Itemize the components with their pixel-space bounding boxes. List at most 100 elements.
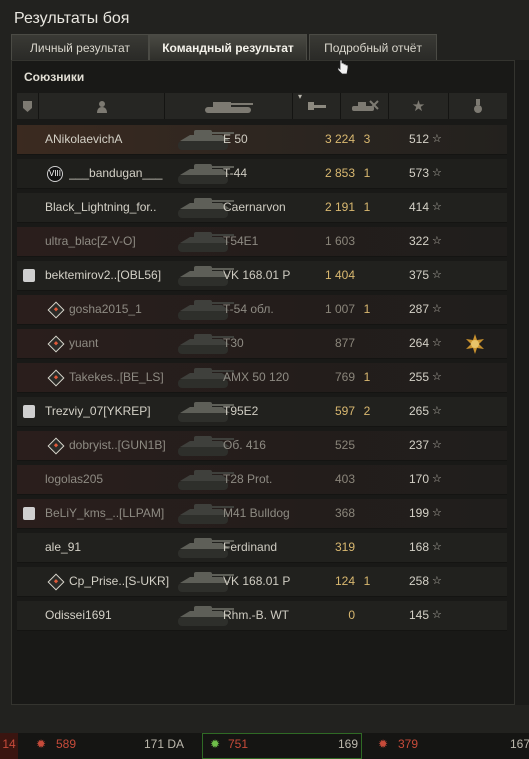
platoon-badge-icon [23,405,35,418]
tank-name: Ferdinand [223,540,278,554]
bottom-left-counter: 14 [0,733,18,759]
player-name: ANikolaevichA [45,132,123,146]
player-row[interactable]: yuant T30 877 264 ☆ [17,329,507,359]
damage-value: 319 [334,540,355,554]
tank-name: T54E1 [223,234,259,248]
allies-title: Союзники [24,70,85,84]
tank-name: T95E2 [223,404,259,418]
bottom-item3-icon: ✹ [378,737,389,751]
kills-value [360,261,374,290]
sort-tank-button[interactable] [165,93,293,119]
player-row[interactable]: Black_Lightning_for.. Caernarvon 2 191 1 414… [17,193,507,223]
kills-icon [351,100,379,111]
damage-value: 877 [334,336,355,350]
kills-value [360,329,374,358]
player-name: Black_Lightning_for.. [45,200,157,214]
tank-name: Rhm.-B. WT [223,608,289,622]
xp-value: 265 [408,404,429,418]
xp-star-icon: ☆ [432,575,442,587]
tank-name: T-44 [223,166,248,180]
damage-value: 1 007 [324,302,355,316]
xp-star-icon: ☆ [432,303,442,315]
tab-personal-result[interactable]: Личный результат [11,34,149,60]
sort-kills-button[interactable] [341,93,389,119]
xp-value: 573 [408,166,429,180]
kills-value [360,533,374,562]
xp-star-icon: ☆ [432,235,442,247]
xp-value: 145 [408,608,429,622]
player-row[interactable]: gosha2015_1 T-54 обл. 1 007 1 287 ☆ [17,295,507,325]
xp-value: 287 [408,302,429,316]
player-row[interactable]: dobryist..[GUN1B] Об. 416 525 237 ☆ [17,431,507,461]
tab-team-result[interactable]: Командный результат [149,34,307,60]
player-row[interactable]: Trezviy_07[YKREP] T95E2 597 2 265 ☆ [17,397,507,427]
xp-value: 322 [408,234,429,248]
bottom-item2-value: 169 [338,737,359,751]
player-name: Odissei1691 [45,608,112,622]
tank-name: E 50 [223,132,248,146]
player-row[interactable]: ultra_blac[Z-V-O] T54E1 1 603 322 ☆ [17,227,507,257]
damage-value: 403 [334,472,355,486]
mouse-cursor-icon [337,59,349,75]
player-name: logolas205 [45,472,104,486]
medal-award-icon[interactable] [464,333,486,355]
player-row[interactable]: Takekes..[BE_LS] AMX 50 120 769 1 255 ☆ [17,363,507,393]
bottom-item3-value: 167 [510,737,529,751]
player-row[interactable]: bektemirov2..[OBL56] VK 168.01 P 1 404 375 ☆ [17,261,507,291]
player-row[interactable]: ale_91 Ferdinand 319 168 ☆ [17,533,507,563]
xp-star-icon: ☆ [432,541,442,553]
kills-value [360,431,374,460]
kills-value: 2 [363,404,371,418]
tank-icon [204,102,253,113]
xp-star-icon: ★ [411,98,426,115]
tank-name: Caernarvon [223,200,286,214]
player-row[interactable]: VIII ___bandugan___ T-44 2 853 1 573 ☆ [17,159,507,189]
sort-medal-button[interactable] [449,93,507,119]
tank-name: T30 [223,336,244,350]
player-row[interactable]: BeLiY_kms_..[LLPAM] M41 Bulldog 368 199 ☆ [17,499,507,529]
player-row[interactable]: ANikolaevichA E 50 3 224 3 512 ☆ [17,125,507,155]
sort-xp-button[interactable]: ★ [389,93,449,119]
bottom-item2-label: 751 [228,737,249,751]
tank-name: M41 Bulldog [223,506,290,520]
damage-value: 2 191 [324,200,355,214]
kills-value [360,499,374,528]
tab-detailed-report[interactable]: Подробный отчёт [309,34,437,60]
clan-diamond-icon [47,437,65,455]
player-row[interactable]: Odissei1691 Rhm.-B. WT 0 145 ☆ [17,601,507,631]
damage-value: 2 853 [324,166,355,180]
player-row[interactable]: Cp_Prise..[S-UKR] VK 168.01 P 124 1 258 ☆ [17,567,507,597]
window-title: Результаты боя [14,10,130,27]
bottom-item1-label: 589 [56,737,77,751]
tank-name: T-54 обл. [223,302,274,316]
xp-star-icon: ☆ [432,201,442,213]
platoon-badge-icon [23,269,35,282]
player-name: BeLiY_kms_..[LLPAM] [45,506,165,520]
clan-diamond-icon [47,335,65,353]
bottom-item1-icon: ✹ [36,737,47,751]
kills-value: 1 [363,370,371,384]
xp-star-icon: ☆ [432,507,442,519]
xp-value: 375 [408,268,429,282]
damage-value: 597 [334,404,355,418]
damage-value: 769 [334,370,355,384]
sort-damage-button[interactable]: ▾ [293,92,341,119]
kills-value: 1 [363,200,371,214]
kills-value [360,465,374,494]
xp-value: 237 [408,438,429,452]
kills-value: 1 [363,302,371,316]
damage-value: 124 [334,574,355,588]
player-icon [96,100,107,113]
clan-diamond-icon [47,301,65,319]
tank-name: AMX 50 120 [223,370,290,384]
kills-value: 3 [363,132,371,146]
xp-value: 168 [408,540,429,554]
xp-star-icon: ☆ [432,371,442,383]
sort-platoon-button[interactable] [17,93,39,119]
damage-value: 525 [334,438,355,452]
xp-star-icon: ☆ [432,133,442,145]
player-row[interactable]: logolas205 T28 Prot. 403 170 ☆ [17,465,507,495]
sort-player-button[interactable] [39,93,165,119]
kills-value: 1 [363,166,371,180]
xp-value: 199 [408,506,429,520]
